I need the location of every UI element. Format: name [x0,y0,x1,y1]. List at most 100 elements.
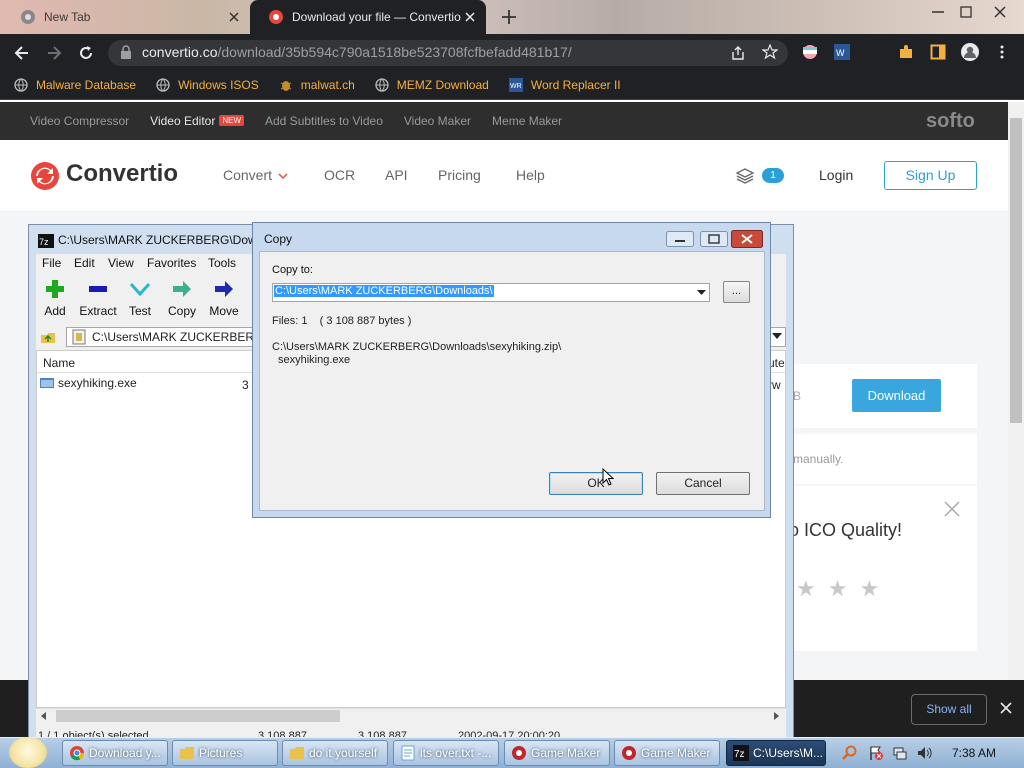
maximize-icon[interactable] [700,231,728,247]
extract-button[interactable]: Extract [78,278,118,318]
back-arrow-icon[interactable] [12,43,32,63]
lock-icon[interactable] [120,45,132,59]
menu-view[interactable]: View [108,256,134,270]
destination-path-input[interactable]: C:\Users\MARK ZUCKERBERG\Downloads\ [274,285,494,297]
flag-extension-icon[interactable] [802,44,818,60]
plus-icon [46,280,64,298]
tab-download-convertio[interactable]: Download your file — Convertio [250,0,486,34]
nav-pricing[interactable]: Pricing [438,167,481,183]
nav-ocr[interactable]: OCR [324,167,355,183]
convertio-logo-icon[interactable] [30,161,60,191]
login-link[interactable]: Login [819,167,853,183]
signup-button[interactable]: Sign Up [884,161,977,190]
download-button[interactable]: Download [852,379,941,412]
share-icon[interactable] [730,45,746,61]
close-icon[interactable] [226,9,242,25]
search-magnifier-icon[interactable] [842,745,858,761]
url-text[interactable]: convertio.co/download/35b594c790a1518be5… [142,44,572,60]
7zip-icon: 7z [733,745,749,761]
word-replacer-extension-icon[interactable]: W [834,44,850,60]
svg-text:WR: WR [510,83,522,90]
taskbar-clock[interactable]: 7:38 AM [952,746,996,760]
nav-meme-maker[interactable]: Meme Maker [492,114,562,128]
taskbar-item-pictures[interactable]: Pictures [172,740,278,766]
column-name[interactable]: Name [43,356,75,370]
browse-button[interactable]: ... [723,281,750,303]
forward-arrow-icon[interactable] [44,43,64,63]
globe-icon [14,77,28,92]
bookmark-malware-database[interactable]: Malware Database [14,78,136,92]
convertio-logo-text[interactable]: Convertio [66,160,178,188]
bookmark-label: Malware Database [36,77,137,92]
volume-icon[interactable] [916,745,932,761]
copy-to-label: Copy to: [272,264,313,276]
menu-favorites[interactable]: Favorites [147,256,196,270]
reload-icon[interactable] [76,43,96,63]
taskbar-item-game-maker-2[interactable]: Game Maker [614,740,720,766]
nav-help[interactable]: Help [516,167,545,183]
copy-button[interactable]: Copy [162,278,202,318]
start-button[interactable] [9,737,47,768]
scroll-left-arrow-icon[interactable] [40,712,48,720]
convertio-favicon-icon [269,10,283,24]
dropdown-arrow-icon[interactable] [697,290,706,295]
bookmark-word-replacer[interactable]: WR Word Replacer II [508,77,621,92]
layers-icon[interactable] [735,166,755,186]
table-row[interactable]: sexyhiking.exe [40,376,137,390]
mouse-cursor-icon [602,468,614,486]
taskbar-item-game-maker[interactable]: Game Maker [504,740,610,766]
profile-avatar-icon[interactable] [960,42,980,62]
new-badge: NEW [219,115,244,126]
minimize-icon[interactable] [928,4,948,20]
softo-logo[interactable]: softo [926,110,975,133]
minimize-icon[interactable] [666,231,694,247]
dropdown-arrow-icon[interactable] [772,333,782,339]
nav-video-compressor[interactable]: Video Compressor [30,114,129,128]
rating-stars[interactable]: ★★★ [796,576,891,602]
scroll-right-arrow-icon[interactable] [772,712,780,720]
chrome-icon [21,10,35,24]
add-button[interactable]: Add [35,278,75,318]
menu-file[interactable]: File [42,256,61,270]
star-bookmark-icon[interactable] [762,44,778,60]
side-panel-icon[interactable] [930,44,946,60]
action-center-flag-icon[interactable] [868,745,884,761]
page-scroll-thumb[interactable] [1010,118,1022,423]
close-icon[interactable] [462,9,478,25]
show-all-button[interactable]: Show all [911,694,987,725]
nav-video-maker[interactable]: Video Maker [404,114,471,128]
bookmark-windows-isos[interactable]: Windows ISOS [156,78,259,92]
move-button[interactable]: Move [204,278,244,318]
svg-text:7z: 7z [39,237,49,247]
ok-button[interactable]: OK [549,472,643,495]
taskbar-item-notepad[interactable]: its over.txt -... [393,740,499,766]
menu-kebab-icon[interactable] [996,44,1008,60]
close-icon[interactable] [943,500,961,518]
test-button[interactable]: Test [120,278,160,318]
network-icon[interactable] [892,745,908,761]
menu-edit[interactable]: Edit [74,256,95,270]
nav-video-editor[interactable]: Video Editor NEW [150,114,244,128]
nav-api[interactable]: API [385,167,408,183]
bookmark-malwatch[interactable]: malwat.ch [279,78,355,92]
nav-add-subtitles[interactable]: Add Subtitles to Video [265,114,383,128]
close-icon[interactable] [1000,702,1012,714]
menu-tools[interactable]: Tools [208,256,236,270]
extensions-puzzle-icon[interactable] [898,44,914,60]
move-arrow-icon [215,281,233,297]
taskbar-item-do-it-yourself[interactable]: do it yourself [282,740,388,766]
new-tab-plus-icon[interactable] [500,8,518,26]
tab-new-tab[interactable]: New Tab [12,0,250,34]
taskbar-label: Game Maker [531,746,601,760]
taskbar-item-7zip[interactable]: 7z C:\Users\M... [726,740,826,766]
close-icon[interactable] [990,4,1010,20]
bookmark-memz-download[interactable]: MEMZ Download [375,78,489,92]
restore-icon[interactable] [956,4,976,20]
close-icon[interactable] [731,230,763,248]
url-path: /download/35b594c790a1518be523708fcfbefa… [217,44,572,60]
nav-convert[interactable]: Convert [223,167,288,183]
horizontal-scroll-thumb[interactable] [56,710,340,722]
cancel-button[interactable]: Cancel [656,472,750,495]
taskbar-item-chrome[interactable]: Download y... [62,740,168,766]
up-folder-icon[interactable] [40,329,56,345]
